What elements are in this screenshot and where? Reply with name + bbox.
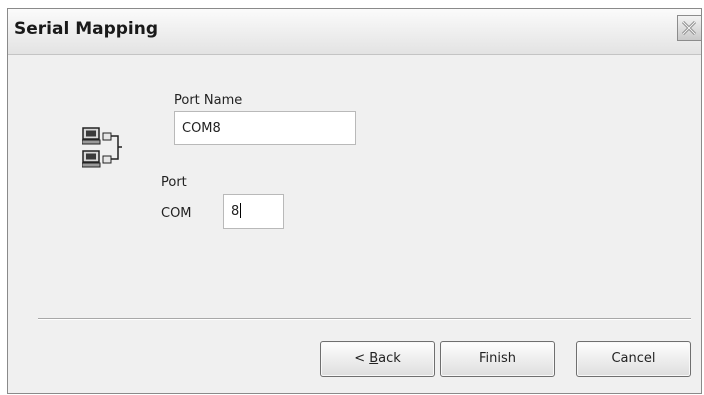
port-name-input[interactable] — [174, 111, 356, 145]
serial-mapping-icon — [81, 127, 126, 181]
finish-button[interactable]: Finish — [440, 341, 555, 377]
com-number-input[interactable]: 8 — [223, 194, 284, 229]
com-number-value: 8 — [231, 204, 240, 219]
text-caret — [240, 203, 242, 218]
back-button[interactable]: < Back — [320, 341, 435, 377]
com-prefix-label: COM — [161, 206, 192, 221]
back-button-rest: ack — [378, 351, 401, 366]
serial-mapping-dialog: Serial Mapping Port Name Port COM — [7, 8, 702, 394]
separator — [38, 318, 691, 320]
dialog-title: Serial Mapping — [14, 19, 159, 39]
close-icon — [681, 20, 697, 36]
back-button-prefix: < — [354, 351, 370, 366]
back-button-mnemonic: B — [369, 351, 379, 366]
title-bar: Serial Mapping — [8, 9, 701, 55]
cancel-button[interactable]: Cancel — [576, 341, 691, 377]
port-label: Port — [161, 175, 187, 190]
close-button[interactable] — [677, 15, 701, 41]
port-name-label: Port Name — [174, 93, 243, 108]
